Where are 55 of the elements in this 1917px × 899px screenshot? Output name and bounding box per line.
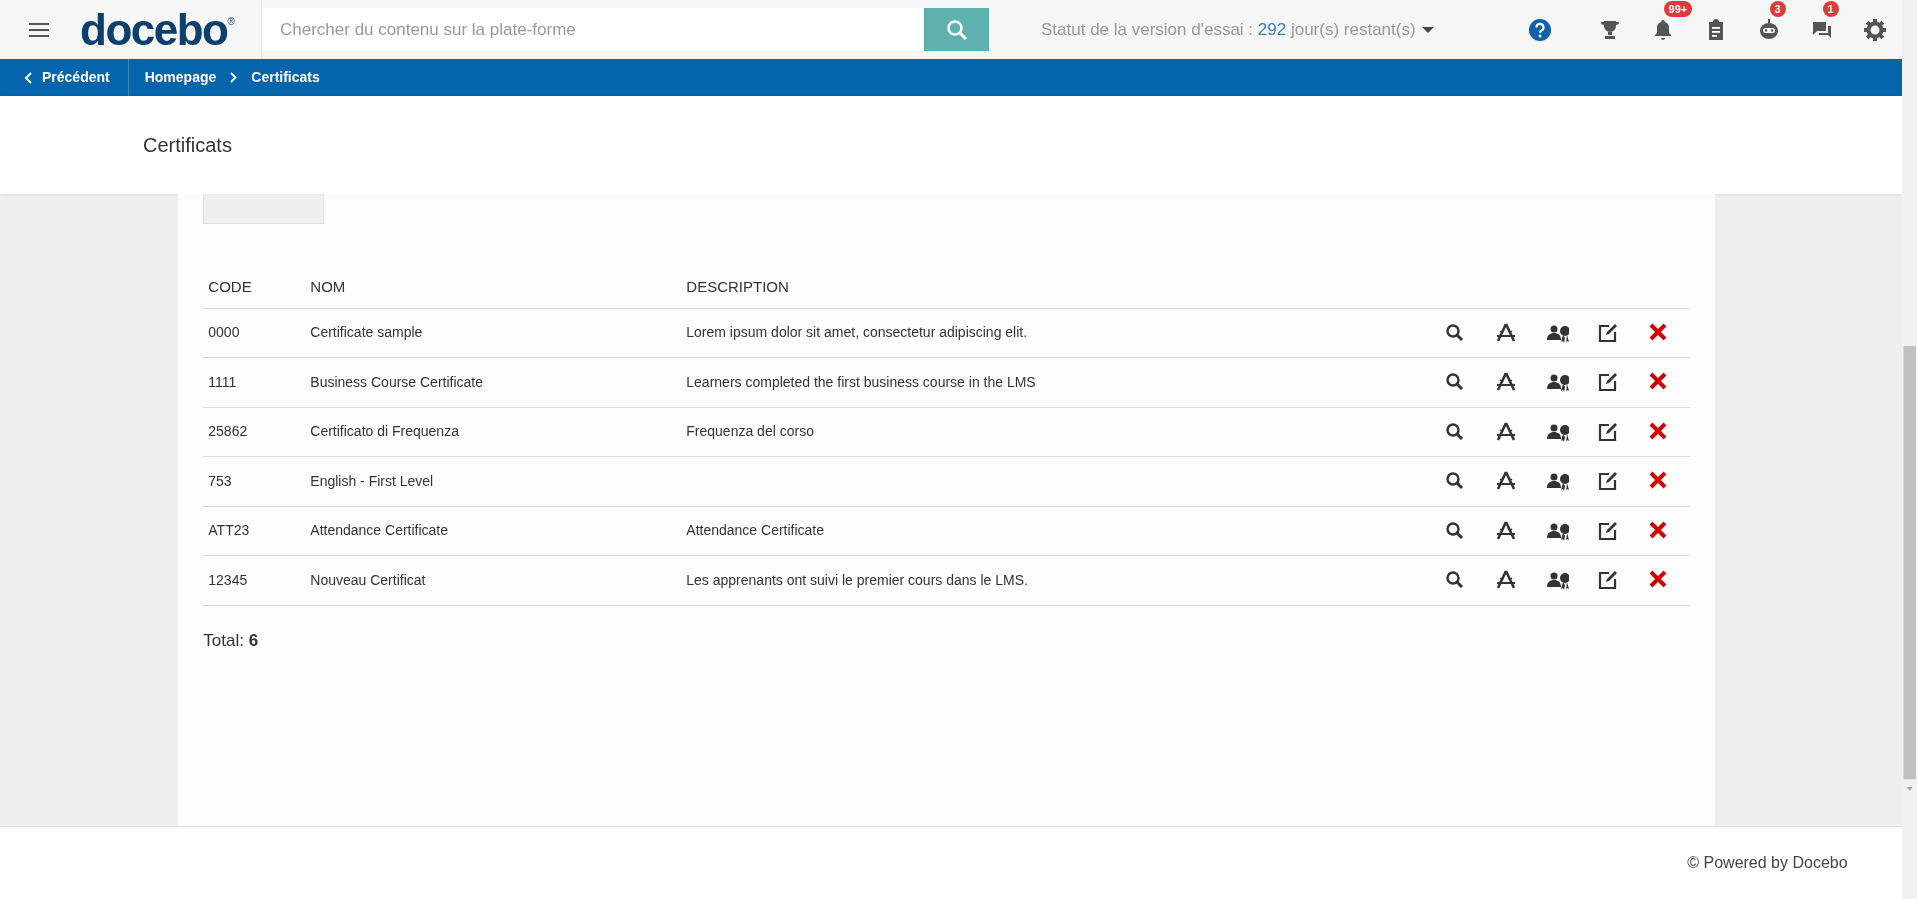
user-award-icon[interactable] [1546, 471, 1569, 492]
help-icon[interactable] [1527, 17, 1552, 42]
user-award-icon[interactable] [1546, 570, 1569, 591]
edit-icon[interactable] [1597, 520, 1620, 541]
total-count: 6 [248, 630, 259, 650]
table-cell: Certificato di Frequenza [310, 423, 459, 440]
drafting-icon[interactable] [1495, 421, 1518, 442]
drafting-icon[interactable] [1495, 372, 1518, 393]
footer-text: © Powered by Docebo [1687, 853, 1848, 873]
table-cell: Lorem ipsum dolor sit amet, consectetur adipiscing elit. [686, 324, 1028, 341]
search-icon [945, 18, 968, 41]
table-cell: Learners completed the first business course in the LMS [686, 373, 1036, 390]
registered-mark: ® [227, 16, 235, 27]
breadcrumb-link[interactable]: Homepage [144, 67, 217, 88]
table-cell: 1111 [208, 373, 237, 390]
user-award-icon[interactable] [1546, 372, 1569, 393]
table-cell: ATT23 [208, 522, 250, 539]
logo-text[interactable]: docebo [80, 7, 228, 52]
table-cell: Attendance Certificate [310, 522, 449, 539]
table-cell: 753 [208, 472, 232, 489]
search-field[interactable]: Chercher du contenu sur la plate-forme [262, 8, 924, 51]
column-header: NOM [305, 276, 682, 308]
settings-icon[interactable] [1863, 17, 1888, 42]
drafting-icon[interactable] [1495, 570, 1518, 591]
table-cell: Certificate sample [310, 324, 423, 341]
table-cell: Frequenza del corso [686, 423, 814, 440]
table-cell: Attendance Certificate [686, 522, 825, 539]
menu-icon[interactable] [29, 21, 49, 38]
drafting-icon[interactable] [1495, 322, 1518, 343]
breadcrumb-link[interactable]: Certificats [251, 67, 320, 88]
edit-icon[interactable] [1597, 421, 1620, 442]
edit-icon[interactable] [1597, 322, 1620, 343]
notification-badge: 99+ [1663, 0, 1693, 17]
table-cell: 0000 [208, 324, 240, 341]
table-cell: 25862 [208, 423, 248, 440]
column-header: DESCRIPTION [681, 276, 1421, 308]
drafting-icon[interactable] [1495, 520, 1518, 541]
edit-icon[interactable] [1597, 471, 1620, 492]
table-cell: Nouveau Certificat [310, 571, 426, 588]
table-cell: 12345 [208, 571, 248, 588]
table-cell: Business Course Certificate [310, 373, 484, 390]
edit-icon[interactable] [1597, 372, 1620, 393]
trial-status[interactable]: Statut de la version d'essai : 292 jour(s) restant(s) [1041, 16, 1416, 43]
total-label: Total: [203, 630, 245, 650]
notification-badge: 1 [1822, 0, 1839, 17]
chevron-left-icon [24, 71, 32, 84]
table-cell: Les apprenants ont suivi le premier cours dans le LMS. [686, 571, 1028, 588]
column-header: CODE [203, 276, 306, 308]
drafting-icon[interactable] [1495, 471, 1518, 492]
caret-icon[interactable] [1421, 25, 1434, 34]
page-title: Certificats [143, 133, 232, 157]
chevron-right-icon [230, 72, 238, 83]
edit-icon[interactable] [1597, 570, 1620, 591]
table-cell: English - First Level [310, 472, 434, 489]
notification-badge: 3 [1769, 0, 1786, 17]
